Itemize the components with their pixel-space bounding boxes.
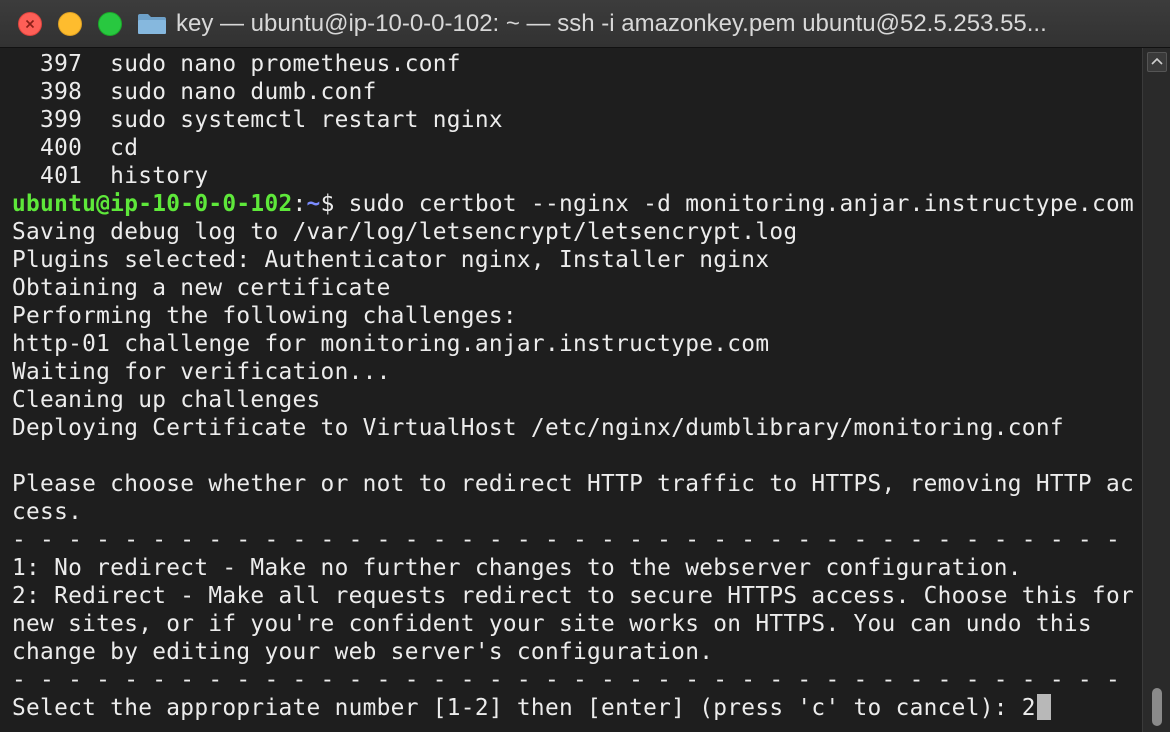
history-line: 398 sudo nano dumb.conf [12,79,377,105]
folder-icon [138,14,166,34]
close-icon [25,19,35,29]
history-line: 400 cd [12,135,139,161]
output-line: http-01 challenge for monitoring.anjar.i… [12,331,770,357]
text-cursor [1036,694,1051,720]
output-line: 1: No redirect - Make no further changes… [12,555,1022,581]
title-bar[interactable]: key — ubuntu@ip-10-0-0-102: ~ — ssh -i a… [0,0,1170,48]
window-title: key — ubuntu@ip-10-0-0-102: ~ — ssh -i a… [176,10,1047,37]
output-line: Waiting for verification... [12,359,391,385]
output-line: cess. [12,499,83,525]
prompt-user-host: ubuntu@ip-10-0-0-102 [12,191,293,217]
prompt-symbol: $ [320,191,349,217]
minimize-window-button[interactable] [58,12,82,36]
terminal-window: key — ubuntu@ip-10-0-0-102: ~ — ssh -i a… [0,0,1170,732]
output-line: Cleaning up challenges [12,387,321,413]
history-line: 399 sudo systemctl restart nginx [12,107,503,133]
history-line: 397 sudo nano prometheus.conf [12,51,461,77]
output-line: Plugins selected: Authenticator nginx, I… [12,247,770,273]
prompt-colon: : [292,191,307,217]
command-line: ubuntu@ip-10-0-0-102:~$ sudo certbot --n… [12,190,1134,218]
scrollbar-thumb[interactable] [1152,688,1162,726]
output-line: Please choose whether or not to redirect… [12,471,1134,497]
prompt-path: ~ [306,191,321,217]
chevron-up-icon [1151,57,1163,65]
separator-line: - - - - - - - - - - - - - - - - - - - - … [12,527,1120,553]
input-line[interactable]: Select the appropriate number [1-2] then… [12,694,1051,722]
command-text: sudo certbot --nginx -d monitoring.anjar… [348,191,1135,217]
vertical-scrollbar[interactable] [1142,48,1170,732]
output-line: Performing the following challenges: [12,303,517,329]
maximize-window-button[interactable] [98,12,122,36]
output-line: new sites, or if you're confident your s… [12,611,1092,637]
output-line: Deploying Certificate to VirtualHost /et… [12,415,1064,441]
input-value[interactable]: 2 [1022,695,1036,721]
output-line: Saving debug log to /var/log/letsencrypt… [12,219,798,245]
output-line: 2: Redirect - Make all requests redirect… [12,583,1134,609]
history-line: 401 history [12,163,209,189]
output-line: Obtaining a new certificate [12,275,391,301]
output-line: change by editing your web server's conf… [12,639,714,665]
separator-line: - - - - - - - - - - - - - - - - - - - - … [12,667,1120,693]
close-window-button[interactable] [18,12,42,36]
input-prompt: Select the appropriate number [1-2] then… [12,695,1022,721]
terminal-output[interactable]: 397 sudo nano prometheus.conf 398 sudo n… [0,48,1142,732]
scroll-up-button[interactable] [1147,52,1167,72]
